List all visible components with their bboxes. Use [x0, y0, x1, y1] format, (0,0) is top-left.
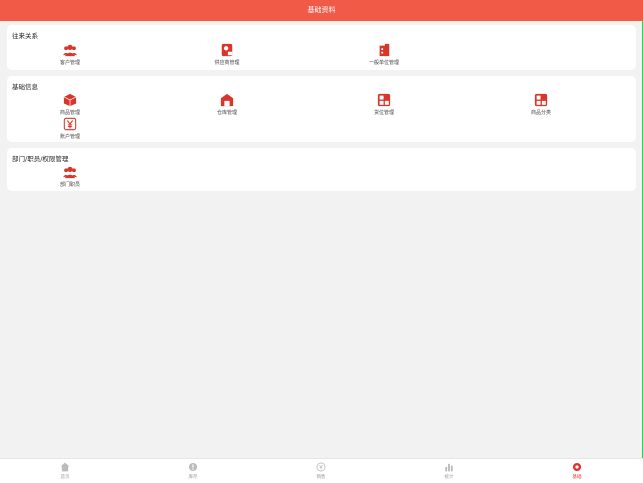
unit-management-button[interactable]: 一般单位管理: [364, 43, 404, 66]
building-icon: [379, 43, 390, 57]
tab-label: 库存: [188, 475, 198, 480]
base-icon: [572, 462, 582, 472]
section-basic-info: 基础信息 商品管理 仓库管理 货位管理 商品分类 账户管理: [7, 76, 636, 142]
warehouse-management-button[interactable]: 仓库管理: [207, 93, 247, 116]
supplier-icon: [221, 43, 233, 57]
item-label: 供应商管理: [214, 60, 240, 66]
section-title: 部门/职员/权限管理: [12, 155, 69, 163]
tab-stock[interactable]: 库存: [173, 462, 213, 480]
tab-label: 统计: [444, 475, 454, 480]
department-staff-button[interactable]: 部门职员: [50, 165, 90, 188]
section-relations: 往来关系 客户管理 供应商管理 一般单位管理: [7, 25, 636, 70]
section-title: 往来关系: [12, 32, 38, 40]
home-icon: [60, 462, 70, 472]
tab-home[interactable]: 首页: [45, 462, 85, 480]
customer-management-button[interactable]: 客户管理: [50, 43, 90, 66]
tab-label: 销售: [316, 475, 326, 480]
location-management-button[interactable]: 货位管理: [364, 93, 404, 116]
item-label: 一般单位管理: [368, 60, 399, 66]
section-title: 基础信息: [12, 83, 38, 91]
sales-icon: [316, 462, 326, 472]
yen-icon: [63, 117, 77, 131]
page-title: 基础资料: [0, 0, 643, 21]
category-icon: [534, 93, 548, 107]
item-label: 客户管理: [59, 60, 80, 66]
tab-base[interactable]: 基础: [557, 462, 597, 480]
item-label: 商品管理: [59, 110, 80, 116]
product-management-button[interactable]: 商品管理: [50, 93, 90, 116]
item-label: 账户管理: [59, 134, 80, 140]
users-icon: [63, 44, 77, 57]
item-label: 仓库管理: [216, 110, 237, 116]
item-label: 货位管理: [373, 110, 394, 116]
grid-icon: [377, 93, 391, 107]
stock-icon: [188, 462, 198, 472]
tab-label: 基础: [572, 475, 582, 480]
product-category-button[interactable]: 商品分类: [521, 93, 561, 116]
chart-icon: [445, 463, 453, 472]
tab-statistics[interactable]: 统计: [429, 462, 469, 480]
item-label: 部门职员: [59, 182, 80, 188]
supplier-management-button[interactable]: 供应商管理: [207, 43, 247, 66]
tab-sales[interactable]: 销售: [301, 462, 341, 480]
tab-label: 首页: [60, 475, 70, 480]
item-label: 商品分类: [530, 110, 551, 116]
warehouse-icon: [220, 93, 234, 107]
users-icon: [63, 166, 77, 179]
box-icon: [63, 93, 77, 107]
section-department: 部门/职员/权限管理 部门职员: [7, 148, 636, 191]
account-management-button[interactable]: 账户管理: [50, 117, 90, 140]
bottom-tab-bar: 首页 库存 销售 统计 基础: [0, 458, 643, 483]
